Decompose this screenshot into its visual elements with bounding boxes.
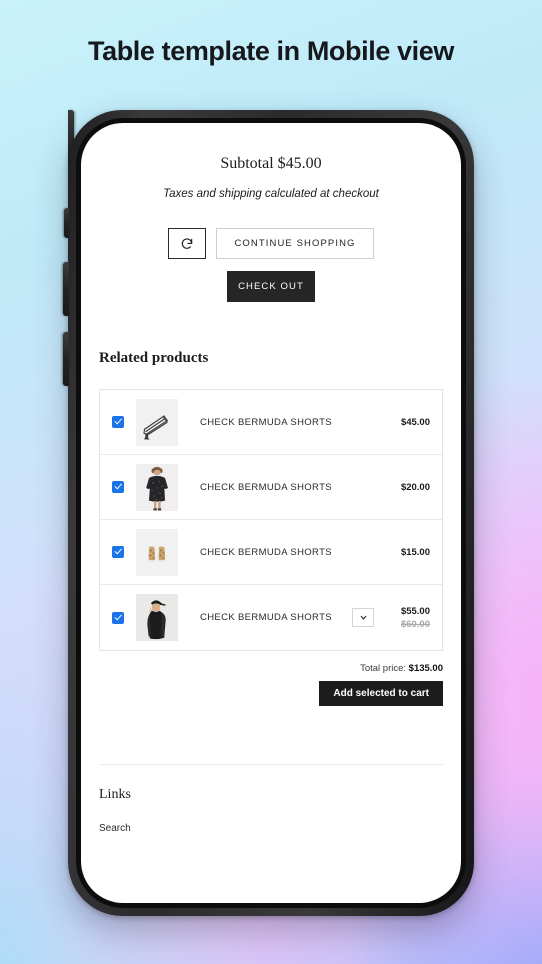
footer-divider [99, 764, 443, 765]
silent-switch[interactable] [64, 208, 69, 238]
table-row[interactable]: CHECK BERMUDA SHORTS $15.00 [100, 520, 442, 585]
row-price: $45.00 [382, 417, 430, 428]
refresh-icon [180, 237, 194, 251]
cart-page: Subtotal $45.00 Taxes and shipping calcu… [81, 123, 461, 903]
add-selected-to-cart-button[interactable]: Add selected to cart [319, 681, 443, 706]
table-row[interactable]: CHECK BERMUDA SHORTS $45.00 [100, 390, 442, 455]
row-price: $15.00 [382, 547, 430, 558]
related-products-table: CHECK BERMUDA SHORTS $45.00 CHECK BERMUD… [99, 389, 443, 651]
row-checkbox[interactable] [112, 546, 124, 558]
total-price: Total price: $135.00 [99, 663, 443, 674]
cart-summary: Subtotal $45.00 Taxes and shipping calcu… [81, 123, 461, 200]
volume-down-button[interactable] [63, 332, 69, 386]
cart-action-row: CONTINUE SHOPPING [81, 228, 461, 259]
checkout-button[interactable]: CHECK OUT [227, 271, 315, 302]
row-price: $55.00 $60.00 [382, 606, 430, 630]
strappy-heeled-sandal-thumbnail [136, 398, 178, 446]
row-product-title: CHECK BERMUDA SHORTS [200, 481, 332, 493]
update-cart-button[interactable] [168, 228, 207, 259]
total-price-value: $135.00 [408, 663, 443, 674]
bundle-total-area: Total price: $135.00 Add selected to car… [99, 663, 443, 706]
total-price-label: Total price: [360, 663, 407, 674]
row-product-title: CHECK BERMUDA SHORTS [200, 546, 332, 558]
volume-up-button[interactable] [63, 262, 69, 316]
table-row[interactable]: CHECK BERMUDA SHORTS $20.00 [100, 455, 442, 520]
row-price-value: $45.00 [400, 416, 430, 428]
continue-shopping-button[interactable]: CONTINUE SHOPPING [216, 228, 374, 259]
tax-shipping-note: Taxes and shipping calculated at checkou… [163, 188, 379, 200]
chevron-down-icon [359, 609, 368, 627]
row-checkbox[interactable] [112, 611, 124, 624]
tan-leopard-sneakers-thumbnail [136, 528, 178, 576]
black-jacket-cap-model-thumbnail [136, 594, 178, 641]
black-floral-dress-model-thumbnail [136, 463, 178, 511]
row-price-value: $20.00 [400, 481, 430, 493]
row-product-title: CHECK BERMUDA SHORTS [200, 612, 332, 623]
cart-subtotal: Subtotal $45.00 [220, 155, 322, 172]
row-checkbox[interactable] [112, 481, 124, 493]
row-price: $20.00 [382, 482, 430, 493]
footer: Links Search [99, 787, 461, 834]
variant-select[interactable] [352, 608, 374, 627]
row-price-value: $15.00 [400, 546, 430, 558]
row-compare-at-price: $60.00 [400, 618, 430, 630]
footer-link-search[interactable]: Search [99, 823, 461, 834]
related-products-heading: Related products [99, 350, 209, 366]
phone-screen: Subtotal $45.00 Taxes and shipping calcu… [81, 123, 461, 903]
row-checkbox[interactable] [112, 416, 124, 428]
table-row[interactable]: CHECK BERMUDA SHORTS $55.00 $60.00 [100, 585, 442, 650]
phone-mockup: Subtotal $45.00 Taxes and shipping calcu… [63, 110, 474, 916]
footer-heading: Links [99, 787, 131, 802]
row-price-value: $55.00 [400, 605, 430, 617]
row-product-title: CHECK BERMUDA SHORTS [200, 416, 332, 428]
cart-actions: CONTINUE SHOPPING CHECK OUT [81, 228, 461, 302]
page-title: Table template in Mobile view [88, 36, 454, 66]
